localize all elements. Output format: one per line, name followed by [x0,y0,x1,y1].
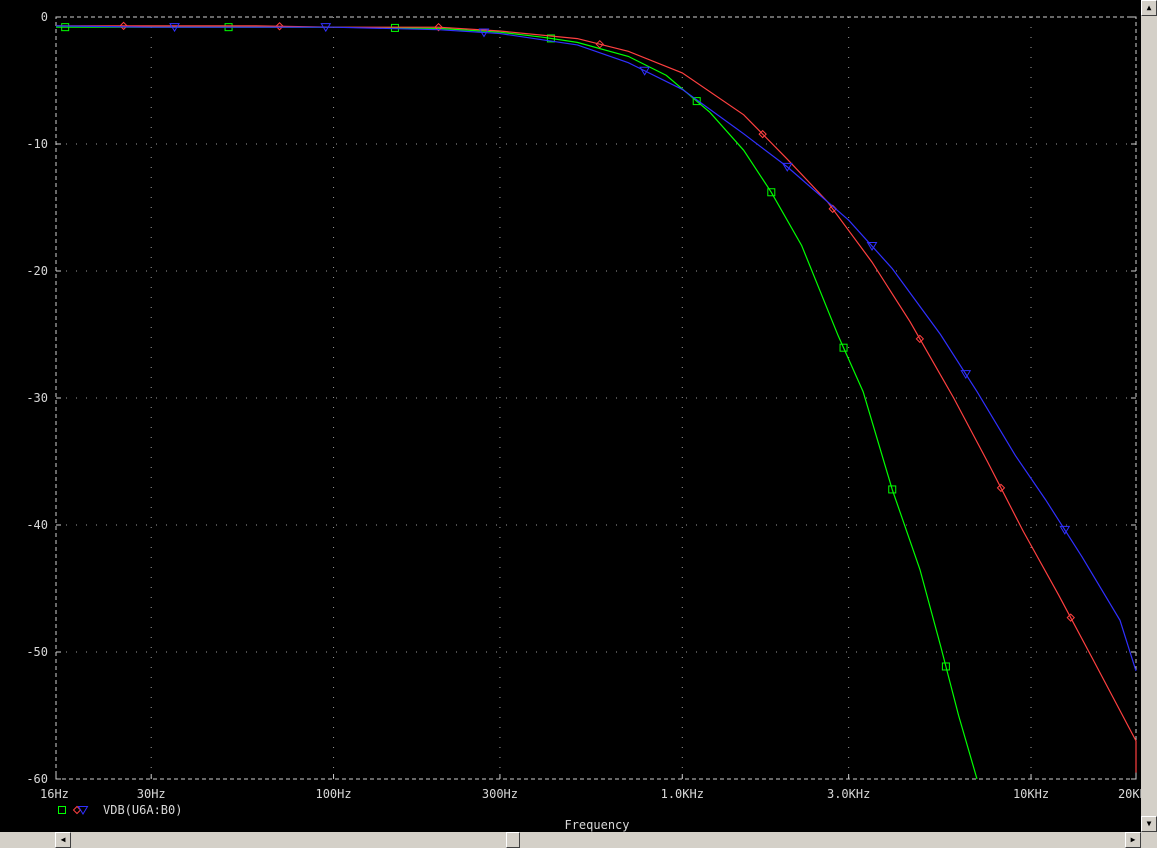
x-tick-label: 300Hz [482,787,518,801]
y-tick-label: -50 [26,645,48,659]
x-tick-label: 10KHz [1013,787,1049,801]
y-tick-label: -30 [26,391,48,405]
x-tick-label: 100Hz [315,787,351,801]
scroll-up-button[interactable]: ▲ [1141,0,1157,16]
horizontal-scrollbar[interactable]: ◀ ▶ [55,832,1141,848]
scroll-right-button[interactable]: ▶ [1125,832,1141,848]
vertical-scrollbar[interactable]: ▲ ▼ [1141,0,1157,832]
y-tick-label: -40 [26,518,48,532]
y-tick-label: -60 [26,772,48,786]
data-marker-square [58,806,66,814]
down-arrow-icon: ▼ [1146,819,1152,828]
scroll-down-button[interactable]: ▼ [1141,816,1157,832]
right-arrow-icon: ▶ [1130,835,1136,844]
y-tick-label: -10 [26,137,48,151]
scrollbar-left-pad [0,832,55,848]
x-tick-label: 30Hz [137,787,166,801]
plot-svg: 0 -10 -20 -30 -40 -50 -60 16Hz 30Hz 100Hz 300Hz 1.… [26,10,1141,832]
y-tick-label: -20 [26,264,48,278]
legend: VDB(U6A:B0) [58,803,182,817]
x-tick-label: 16Hz [40,787,69,801]
x-axis-title: Frequency [564,818,629,832]
scroll-thumb[interactable] [506,832,520,848]
y-tick-label: 0 [41,10,48,24]
scroll-left-button[interactable]: ◀ [55,832,71,848]
legend-label: VDB(U6A:B0) [103,803,182,817]
scrollbar-corner [1141,832,1157,848]
x-tick-label: 20KHz [1118,787,1141,801]
left-arrow-icon: ◀ [60,835,66,844]
x-tick-label: 3.0KHz [827,787,870,801]
x-tick-label: 1.0KHz [661,787,704,801]
up-arrow-icon: ▲ [1146,3,1152,12]
